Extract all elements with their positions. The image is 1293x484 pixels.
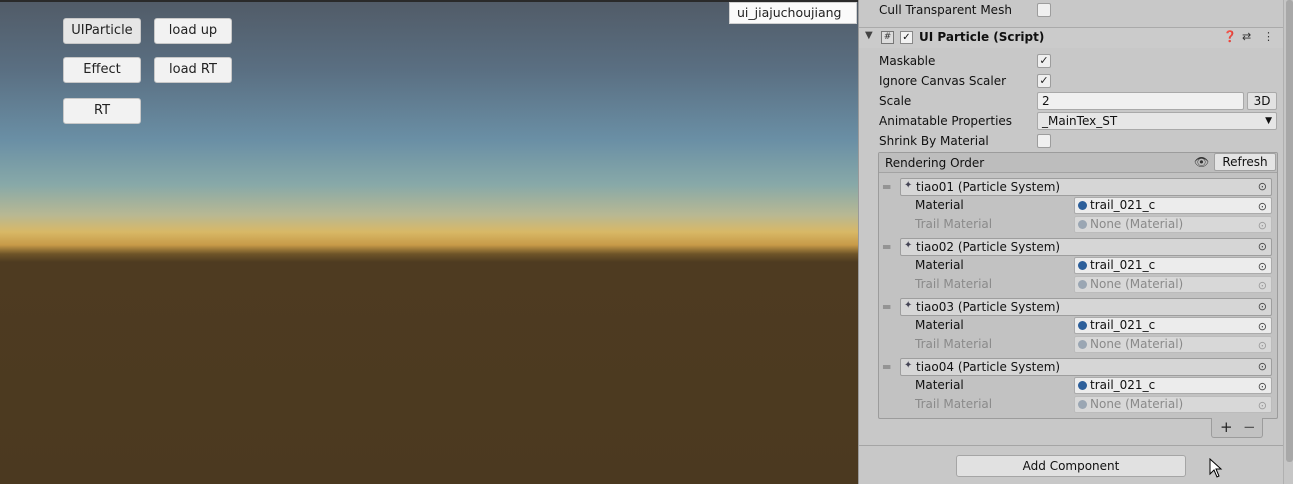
animatable-properties-label: Animatable Properties: [879, 114, 1013, 128]
trail-material-field: None (Material) ⊙: [1074, 216, 1272, 233]
animatable-properties-row: Animatable Properties _MainTex_ST ▼: [859, 111, 1283, 131]
script-icon: #: [881, 31, 894, 44]
particle-system-icon: ✦: [904, 180, 913, 191]
help-icon[interactable]: ❓: [1223, 30, 1237, 43]
preset-icon[interactable]: ⇄: [1242, 30, 1251, 43]
game-view: UIParticle load up Effect load RT RT ui_…: [0, 0, 858, 484]
mouse-cursor-icon: [1209, 458, 1223, 478]
inspector-panel: Cull Transparent Mesh ▼ # ✓ UI Particle …: [858, 0, 1293, 484]
remove-item-button[interactable]: −: [1243, 418, 1256, 436]
object-picker-icon[interactable]: ⊙: [1258, 300, 1267, 313]
scale-row: Scale 2 3D: [859, 91, 1283, 111]
particle-system-icon: ✦: [904, 360, 913, 371]
material-field[interactable]: trail_021_c ⊙: [1074, 257, 1272, 274]
shrink-by-material-label: Shrink By Material: [879, 134, 989, 148]
scrollbar-thumb[interactable]: [1286, 0, 1293, 462]
material-icon: [1078, 400, 1087, 409]
particle-system-field[interactable]: ✦ tiao02 (Particle System) ⊙: [900, 238, 1272, 256]
add-component-button[interactable]: Add Component: [956, 455, 1186, 477]
object-picker-icon: ⊙: [1257, 279, 1267, 292]
object-picker-icon: ⊙: [1257, 399, 1267, 412]
cull-transparent-mesh-label: Cull Transparent Mesh: [879, 3, 1012, 17]
material-icon: [1078, 201, 1087, 210]
animatable-properties-value: _MainTex_ST: [1042, 114, 1118, 128]
cull-transparent-mesh-row: Cull Transparent Mesh: [859, 0, 1283, 20]
ignore-canvas-scaler-checkbox[interactable]: ✓: [1037, 74, 1051, 88]
scale-3d-button[interactable]: 3D: [1247, 92, 1277, 110]
shrink-by-material-row: Shrink By Material: [859, 131, 1283, 151]
object-name-label: ui_jiajuchoujiang: [729, 2, 857, 24]
rendering-order-list: Rendering Order 👁 Refresh ═ ✦ tiao01 (Pa…: [878, 152, 1278, 419]
component-title: UI Particle (Script): [919, 30, 1045, 44]
object-picker-icon[interactable]: ⊙: [1258, 259, 1267, 274]
list-item: ═ ✦ tiao04 (Particle System) ⊙ Material …: [879, 358, 1277, 418]
inspector-scrollbar[interactable]: [1283, 0, 1293, 484]
trail-material-field: None (Material) ⊙: [1074, 276, 1272, 293]
particle-system-field[interactable]: ✦ tiao04 (Particle System) ⊙: [900, 358, 1272, 376]
animatable-properties-dropdown[interactable]: _MainTex_ST ▼: [1037, 112, 1277, 130]
drag-handle-icon[interactable]: ═: [883, 300, 890, 314]
particle-system-icon: ✦: [904, 300, 913, 311]
trail-material-field: None (Material) ⊙: [1074, 336, 1272, 353]
object-picker-icon: ⊙: [1257, 219, 1267, 232]
list-item: ═ ✦ tiao02 (Particle System) ⊙ Material …: [879, 238, 1277, 298]
unity-editor: UIParticle load up Effect load RT RT ui_…: [0, 0, 1293, 484]
rt-button[interactable]: RT: [63, 98, 141, 124]
effect-button[interactable]: Effect: [63, 57, 141, 83]
scale-label: Scale: [879, 94, 912, 108]
foldout-arrow-icon[interactable]: ▼: [865, 30, 873, 41]
component-enabled-checkbox[interactable]: ✓: [900, 31, 913, 44]
ignore-canvas-scaler-row: Ignore Canvas Scaler ✓: [859, 71, 1283, 91]
list-add-remove-bar: + −: [1211, 418, 1263, 438]
object-picker-icon[interactable]: ⊙: [1258, 379, 1267, 394]
material-icon: [1078, 340, 1087, 349]
object-picker-icon: ⊙: [1257, 339, 1267, 352]
shrink-by-material-checkbox[interactable]: [1037, 134, 1051, 148]
material-field[interactable]: trail_021_c ⊙: [1074, 377, 1272, 394]
cull-transparent-mesh-checkbox[interactable]: [1037, 3, 1051, 17]
trail-material-field: None (Material) ⊙: [1074, 396, 1272, 413]
add-item-button[interactable]: +: [1220, 418, 1233, 436]
eye-icon[interactable]: 👁: [1194, 155, 1209, 169]
rendering-order-title: Rendering Order: [885, 156, 985, 170]
list-item: ═ ✦ tiao03 (Particle System) ⊙ Material …: [879, 298, 1277, 358]
maskable-label: Maskable: [879, 54, 936, 68]
divider: [859, 445, 1283, 446]
drag-handle-icon[interactable]: ═: [883, 180, 890, 194]
object-picker-icon[interactable]: ⊙: [1258, 319, 1267, 334]
object-picker-icon[interactable]: ⊙: [1258, 180, 1267, 193]
material-field[interactable]: trail_021_c ⊙: [1074, 197, 1272, 214]
material-icon: [1078, 220, 1087, 229]
material-icon: [1078, 261, 1087, 270]
maskable-row: Maskable ✓: [859, 51, 1283, 71]
drag-handle-icon[interactable]: ═: [883, 360, 890, 374]
list-item: ═ ✦ tiao01 (Particle System) ⊙ Material …: [879, 178, 1277, 238]
particle-system-icon: ✦: [904, 240, 913, 251]
more-icon[interactable]: ⋮: [1263, 30, 1274, 43]
scale-input[interactable]: 2: [1037, 92, 1244, 110]
uiparticle-button[interactable]: UIParticle: [63, 18, 141, 44]
uiparticle-component-header[interactable]: ▼ # ✓ UI Particle (Script) ❓ ⇄ ⋮: [859, 27, 1283, 48]
material-icon: [1078, 381, 1087, 390]
particle-system-field[interactable]: ✦ tiao01 (Particle System) ⊙: [900, 178, 1272, 196]
material-field[interactable]: trail_021_c ⊙: [1074, 317, 1272, 334]
refresh-button[interactable]: Refresh: [1214, 153, 1276, 171]
rendering-order-header: Rendering Order 👁 Refresh: [879, 153, 1277, 173]
object-picker-icon[interactable]: ⊙: [1258, 360, 1267, 373]
material-icon: [1078, 280, 1087, 289]
load-up-button[interactable]: load up: [154, 18, 232, 44]
dropdown-arrow-icon: ▼: [1265, 116, 1272, 126]
maskable-checkbox[interactable]: ✓: [1037, 54, 1051, 68]
object-picker-icon[interactable]: ⊙: [1258, 199, 1267, 214]
load-rt-button[interactable]: load RT: [154, 57, 232, 83]
material-icon: [1078, 321, 1087, 330]
ignore-canvas-scaler-label: Ignore Canvas Scaler: [879, 74, 1007, 88]
object-picker-icon[interactable]: ⊙: [1258, 240, 1267, 253]
particle-system-field[interactable]: ✦ tiao03 (Particle System) ⊙: [900, 298, 1272, 316]
drag-handle-icon[interactable]: ═: [883, 240, 890, 254]
